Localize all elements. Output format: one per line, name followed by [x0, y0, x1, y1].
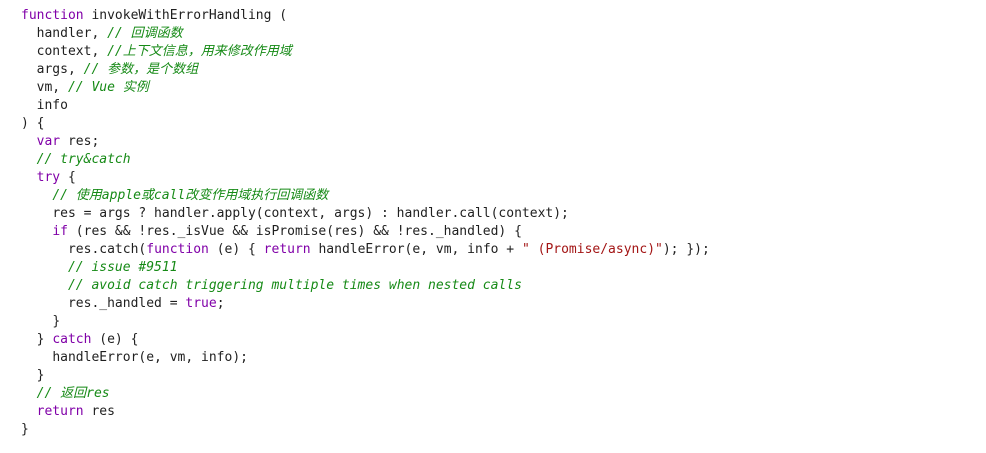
code-line: // try&catch [21, 151, 986, 169]
code-text: handleError(e, vm, info + [310, 242, 522, 257]
code-text: res [83, 404, 115, 419]
code-text: (res && !res._isVue && isPromise(res) &&… [67, 224, 522, 239]
code-keyword: function [21, 8, 84, 23]
code-comment: // 回调函数 [107, 26, 183, 41]
code-line: res.catch(function (e) { return handleEr… [21, 241, 986, 259]
code-keyword: true [185, 296, 217, 311]
code-line: // 返回res [21, 385, 986, 403]
code-text: ) { [21, 116, 45, 131]
code-comment: // 参数，是个数组 [83, 62, 199, 77]
code-line: } catch (e) { [21, 331, 986, 349]
code-text: vm, [36, 80, 68, 95]
code-comment: // 返回res [36, 386, 110, 401]
code-line: } [21, 313, 986, 331]
code-text: invokeWithErrorHandling ( [83, 8, 288, 23]
code-line: res = args ? handler.apply(context, args… [21, 205, 986, 223]
code-line: context, //上下文信息，用来修改作用域 [21, 43, 986, 61]
code-keyword: return [263, 242, 311, 257]
code-line: return res [21, 403, 986, 421]
code-text: } [36, 332, 53, 347]
code-text: (e) { [91, 332, 139, 347]
code-keyword: if [52, 224, 68, 239]
code-line: handler, // 回调函数 [21, 25, 986, 43]
code-line: vm, // Vue 实例 [21, 79, 986, 97]
code-text: args, [36, 62, 84, 77]
code-keyword: var [36, 134, 61, 149]
code-comment: // issue #9511 [67, 260, 178, 275]
code-keyword: return [36, 404, 84, 419]
code-line: ) { [21, 115, 986, 133]
code-text: handleError(e, vm, info); [52, 350, 248, 365]
code-keyword: function [146, 242, 209, 257]
code-line: function invokeWithErrorHandling ( [21, 7, 986, 25]
code-text: } [36, 368, 45, 383]
code-comment: // Vue 实例 [67, 80, 149, 95]
code-text: ); }); [662, 242, 710, 257]
code-line: try { [21, 169, 986, 187]
code-text: context, [36, 44, 108, 59]
code-line: // 使用apple或call改变作用域执行回调函数 [21, 187, 986, 205]
code-line: info [21, 97, 986, 115]
code-text: handler, [36, 26, 108, 41]
code-line: } [21, 367, 986, 385]
code-line: } [21, 421, 986, 439]
code-line: var res; [21, 133, 986, 151]
code-text: info [36, 98, 68, 113]
code-editor[interactable]: function invokeWithErrorHandling ( handl… [21, 7, 986, 453]
code-text: res._handled = [67, 296, 186, 311]
code-comment: // try&catch [36, 152, 131, 167]
code-line: res._handled = true; [21, 295, 986, 313]
code-line: // issue #9511 [21, 259, 986, 277]
code-string: " (Promise/async)" [521, 242, 663, 257]
code-text: ; [216, 296, 225, 311]
code-text: res.catch( [67, 242, 147, 257]
code-line: handleError(e, vm, info); [21, 349, 986, 367]
code-text: (e) { [208, 242, 264, 257]
code-text: } [21, 422, 29, 437]
code-line: // avoid catch triggering multiple times… [21, 277, 986, 295]
code-text: res = args ? handler.apply(context, args… [52, 206, 569, 221]
code-keyword: catch [52, 332, 92, 347]
code-text: { [60, 170, 76, 185]
code-text: res; [60, 134, 100, 149]
code-comment: // avoid catch triggering multiple times… [67, 278, 522, 293]
code-text: } [52, 314, 61, 329]
code-line: if (res && !res._isVue && isPromise(res)… [21, 223, 986, 241]
code-keyword: try [36, 170, 61, 185]
code-line: args, // 参数，是个数组 [21, 61, 986, 79]
code-comment: //上下文信息，用来修改作用域 [107, 44, 292, 59]
code-comment: // 使用apple或call改变作用域执行回调函数 [52, 188, 329, 203]
